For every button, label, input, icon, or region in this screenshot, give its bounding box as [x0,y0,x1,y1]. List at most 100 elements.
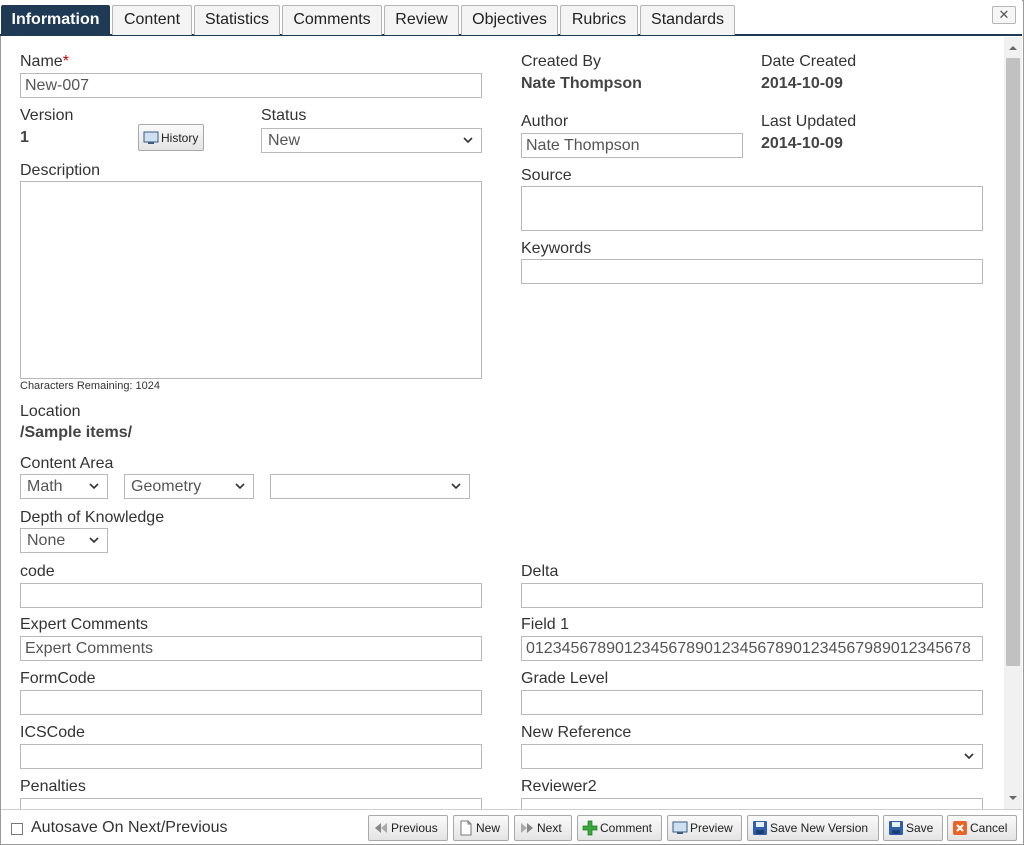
scroll-down-arrow-icon[interactable] [1007,792,1019,804]
chevron-down-icon [89,483,99,490]
version-value: 1 [20,129,29,146]
history-button[interactable]: History [138,124,204,151]
autosave-label: Autosave On Next/Previous [31,819,228,836]
expert-comments-input[interactable]: Expert Comments [20,636,482,661]
penalties-input[interactable] [20,798,482,809]
tab-review[interactable]: Review [384,5,459,35]
chevron-down-icon [235,483,245,490]
code-input[interactable] [20,583,482,608]
floppy-disk-icon [889,821,903,835]
new-document-icon [460,820,472,836]
preview-button[interactable]: Preview [667,815,742,841]
icscode-label: ICSCode [20,724,85,741]
location-label: Location [20,403,81,420]
tab-standards[interactable]: Standards [640,5,735,35]
new-button-label: New [476,821,501,835]
save-new-version-button[interactable]: Save New Version [747,815,879,841]
status-select[interactable]: New [261,128,482,153]
reviewer2-label: Reviewer2 [521,778,597,795]
save-new-version-button-label: Save New Version [770,821,869,835]
save-button-label: Save [906,821,934,835]
scroll-up-arrow-icon[interactable] [1007,42,1019,54]
last-updated-value: 2014-10-09 [761,135,843,152]
new-button[interactable]: New [453,815,509,841]
required-marker: * [62,53,69,70]
tab-comments[interactable]: Comments [282,5,382,35]
keywords-label: Keywords [521,240,592,257]
cancel-button-label: Cancel [970,821,1008,835]
name-label: Name* [20,53,69,70]
description-textarea[interactable] [20,181,482,379]
created-by-value: Nate Thompson [521,75,642,92]
content-area-subject-select[interactable]: Math [20,474,108,499]
source-label: Source [521,167,572,184]
tab-statistics[interactable]: Statistics [194,5,280,35]
depth-of-knowledge-select[interactable]: None [20,528,108,553]
close-icon: ✕ [998,7,1010,22]
tab-objectives[interactable]: Objectives [461,5,558,35]
author-label: Author [521,113,569,130]
depth-of-knowledge-label: Depth of Knowledge [20,509,165,526]
scrollbar-thumb[interactable] [1006,58,1020,666]
status-select-value: New [268,132,301,149]
version-label: Version [20,107,74,124]
monitor-icon [143,131,159,144]
field1-input[interactable]: 0123456789012345678901234567890123456798… [521,636,983,661]
date-created-value: 2014-10-09 [761,75,843,92]
cancel-x-icon [953,821,967,835]
location-value: /Sample items/ [20,424,133,441]
previous-arrow-icon [375,823,387,833]
preview-button-label: Preview [690,821,733,835]
formcode-label: FormCode [20,670,96,687]
tab-content[interactable]: Content [112,5,192,35]
content-area-topic-select[interactable]: Geometry [124,474,254,499]
new-reference-label: New Reference [521,724,632,741]
tab-rubrics[interactable]: Rubrics [560,5,638,35]
previous-button[interactable]: Previous [368,815,448,841]
content-area-subject-value: Math [27,478,63,495]
expert-comments-label: Expert Comments [20,616,149,633]
close-button[interactable]: ✕ [992,6,1016,24]
chevron-down-icon [89,537,99,544]
comment-button[interactable]: Comment [577,815,662,841]
cancel-button[interactable]: Cancel [947,815,1017,841]
status-label: Status [261,107,307,124]
chevron-down-icon [964,753,974,760]
grade-level-input[interactable] [521,690,983,715]
formcode-input[interactable] [20,690,482,715]
chevron-down-icon [463,137,473,144]
content-area-subtopic-select[interactable] [270,474,470,499]
author-input[interactable]: Nate Thompson [521,133,743,158]
tab-bar: Information Content Statistics Comments … [0,0,1022,36]
icscode-input[interactable] [20,744,482,769]
created-by-label: Created By [521,53,602,70]
previous-button-label: Previous [391,821,438,835]
monitor-icon [672,821,688,834]
name-input[interactable]: New-007 [20,73,482,98]
depth-of-knowledge-value: None [27,532,66,549]
floppy-disk-icon [753,821,767,835]
save-button[interactable]: Save [883,815,943,841]
date-created-label: Date Created [761,53,857,70]
tab-information[interactable]: Information [1,5,110,35]
source-textarea[interactable] [521,186,983,231]
next-button[interactable]: Next [514,815,572,841]
content-area-topic-value: Geometry [131,478,202,495]
autosave-checkbox[interactable] [11,823,23,835]
grade-level-label: Grade Level [521,670,609,687]
penalties-label: Penalties [20,778,86,795]
information-form: Name* New-007 Version 1 History Status N… [1,37,1004,809]
plus-icon [582,820,598,836]
description-label: Description [20,162,101,179]
comment-button-label: Comment [600,821,653,835]
field1-label: Field 1 [521,616,570,633]
reviewer2-input[interactable] [521,798,983,809]
last-updated-label: Last Updated [761,113,857,130]
next-button-label: Next [537,821,562,835]
next-arrow-icon [521,823,533,833]
characters-remaining: Characters Remaining: 1024 [20,380,161,392]
delta-label: Delta [521,563,559,580]
keywords-input[interactable] [521,259,983,284]
delta-input[interactable] [521,583,983,608]
new-reference-select[interactable] [521,744,983,769]
